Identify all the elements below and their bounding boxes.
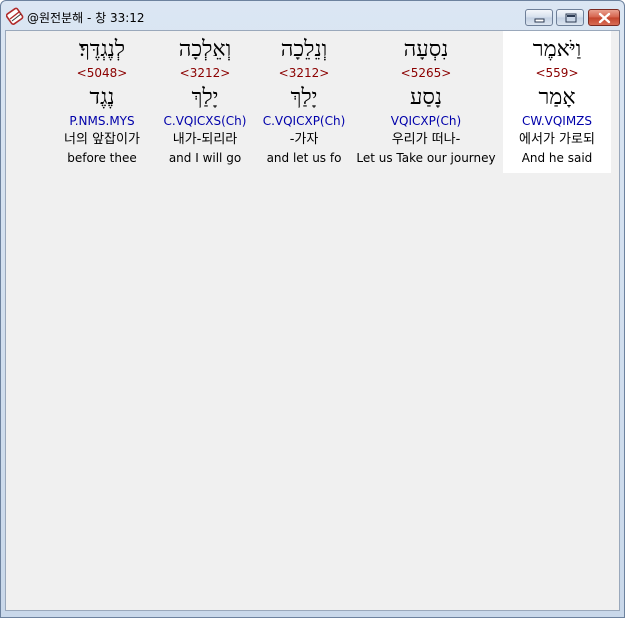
close-button[interactable]: [588, 9, 620, 26]
strong-number[interactable]: <5048>: [52, 66, 152, 80]
parsing-code: C.VQICXS(Ch): [163, 114, 247, 128]
minimize-button[interactable]: [525, 9, 553, 26]
english-gloss: And he said: [521, 151, 593, 165]
bible-app-icon[interactable]: [5, 7, 24, 25]
english-gloss: before thee: [67, 151, 137, 165]
strong-number[interactable]: <3212>: [158, 66, 252, 80]
korean-gloss: 우리가 떠나-: [391, 132, 461, 147]
analysis-panel: וַיֹּאמֶר <559> אָמַר CW.VQIMZS 에서가 가로되 …: [5, 30, 620, 611]
title-bar[interactable]: @원전분해 - 창 33:12: [1, 1, 624, 30]
hebrew-root: יָלַךְ: [290, 85, 318, 110]
korean-gloss: -가자: [289, 132, 319, 147]
strong-number[interactable]: <3212>: [258, 66, 350, 80]
app-window: @원전분해 - 창 33:12 וַיֹּאמֶר <559> אָמַר CW…: [0, 0, 625, 618]
hebrew-root: נָסַע: [409, 85, 443, 110]
hebrew-root: נֶגֶד: [89, 85, 115, 110]
hebrew-word[interactable]: נִסְעָה: [356, 37, 496, 63]
strong-number[interactable]: <559>: [503, 66, 611, 80]
maximize-icon: [565, 13, 577, 23]
hebrew-word[interactable]: וְנֵלֵכָה: [258, 37, 350, 63]
korean-gloss: 내가-되리라: [172, 132, 238, 147]
english-gloss: and I will go: [168, 151, 242, 165]
parsing-code: VQICXP(Ch): [390, 114, 462, 128]
english-gloss: Let us Take our journey: [356, 151, 496, 165]
parsing-code: P.NMS.MYS: [69, 114, 135, 128]
window-title: @원전분해 - 창 33:12: [27, 11, 145, 25]
maximize-button[interactable]: [556, 9, 584, 26]
word-column-3[interactable]: וְנֵלֵכָה <3212> יָלַךְ C.VQICXP(Ch) -가자…: [258, 31, 350, 173]
parsing-code: C.VQICXP(Ch): [262, 114, 346, 128]
word-column-5[interactable]: לְנֶגְדֶּךָ׃ <5048> נֶגֶד P.NMS.MYS 너의 앞…: [52, 31, 152, 173]
hebrew-word[interactable]: וַיֹּאמֶר: [503, 37, 611, 63]
word-column-4[interactable]: וְאֵלְכָה <3212> יָלַךְ C.VQICXS(Ch) 내가-…: [158, 31, 252, 173]
korean-gloss: 에서가 가로되: [519, 132, 595, 147]
word-column-2[interactable]: נִסְעָה <5265> נָסַע VQICXP(Ch) 우리가 떠나- …: [356, 31, 496, 173]
parsing-code: CW.VQIMZS: [521, 114, 593, 128]
close-icon: [598, 12, 611, 24]
hebrew-word[interactable]: לְנֶגְדֶּךָ׃: [52, 37, 152, 63]
hebrew-word[interactable]: וְאֵלְכָה: [158, 37, 252, 63]
hebrew-root: אָמַר: [538, 85, 576, 110]
minimize-icon: [534, 18, 545, 23]
korean-gloss: 너의 앞잡이가: [64, 132, 140, 147]
hebrew-root: יָלַךְ: [191, 85, 219, 110]
english-gloss: and let us fo: [266, 151, 342, 165]
strong-number[interactable]: <5265>: [356, 66, 496, 80]
word-column-1[interactable]: וַיֹּאמֶר <559> אָמַר CW.VQIMZS 에서가 가로되 …: [503, 31, 611, 173]
